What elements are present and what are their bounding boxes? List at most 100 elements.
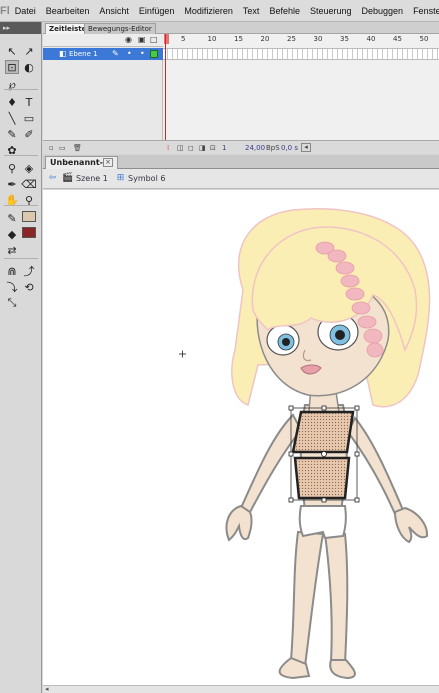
- text-tool-icon[interactable]: T: [22, 95, 36, 109]
- frame-ruler-label: 45: [393, 35, 402, 43]
- paint-bucket-tool-icon[interactable]: ◈: [22, 161, 36, 175]
- outline-icon[interactable]: □: [150, 34, 158, 46]
- snap-to-objects-icon[interactable]: ⋒: [5, 264, 19, 278]
- menu-datei[interactable]: Datei: [10, 6, 41, 16]
- menu-steuerung[interactable]: Steuerung: [305, 6, 357, 16]
- layer-name[interactable]: Ebene 1: [69, 48, 98, 60]
- transform-handle-br[interactable]: [354, 497, 360, 503]
- line-tool-icon[interactable]: ╲: [5, 111, 19, 125]
- onion-outline-icon[interactable]: ◻: [188, 143, 194, 153]
- breadcrumb-scene[interactable]: Szene 1: [76, 173, 108, 185]
- frame-ruler-label: 35: [340, 35, 349, 43]
- horizontal-scrollbar[interactable]: ◂: [43, 685, 439, 693]
- eyedropper-tool-icon[interactable]: ✒: [5, 177, 19, 191]
- transform-handle-ml[interactable]: [288, 451, 294, 457]
- right-leg[interactable]: [323, 533, 349, 666]
- transform-handle-tl[interactable]: [288, 405, 294, 411]
- menu-modifizieren[interactable]: Modifizieren: [179, 6, 238, 16]
- onion-skin-icon[interactable]: ◫: [177, 143, 184, 153]
- left-leg[interactable]: [289, 530, 325, 668]
- center-frame-icon[interactable]: ⁞: [167, 143, 169, 153]
- onion-markers-icon[interactable]: ⊡: [210, 143, 216, 153]
- pencil-tool-icon[interactable]: ✎: [5, 127, 19, 141]
- bone-tool-icon[interactable]: ⚲: [5, 161, 19, 175]
- edit-multiple-icon[interactable]: ◨: [199, 143, 206, 153]
- right-foot[interactable]: [329, 659, 356, 680]
- fill-color-swatch[interactable]: [22, 227, 36, 238]
- frame-ruler-label: 5: [181, 35, 186, 43]
- eye-icon[interactable]: ◉: [125, 34, 132, 46]
- scroll-left-icon[interactable]: ◂: [301, 143, 311, 152]
- frame-ruler-label: 20: [260, 35, 270, 43]
- transform-handle-tc[interactable]: [321, 405, 327, 411]
- symbol-icon: ⊞: [116, 173, 125, 183]
- straighten-icon[interactable]: ⤵: [5, 280, 19, 294]
- stage-canvas[interactable]: [43, 190, 439, 685]
- eraser-tool-icon[interactable]: ⌫: [21, 177, 37, 191]
- right-hand[interactable]: [393, 506, 429, 544]
- document-tabs: Unbenannt-1* ×: [43, 155, 439, 169]
- new-layer-icon[interactable]: ▫: [49, 143, 54, 153]
- back-arrow-icon[interactable]: ⇦: [47, 173, 58, 184]
- frame-rate[interactable]: 24,00: [245, 143, 265, 153]
- frame-ruler-label: 40: [366, 35, 376, 43]
- menu-text[interactable]: Text: [238, 6, 265, 16]
- selection-tool-icon[interactable]: ↖: [5, 44, 19, 58]
- outline-color-swatch[interactable]: [150, 50, 158, 58]
- layer-row[interactable]: ◧ Ebene 1 ✎ • •: [43, 48, 163, 60]
- shorts[interactable]: [298, 505, 347, 540]
- transform-handle-bc[interactable]: [321, 497, 327, 503]
- 3d-rotation-tool-icon[interactable]: ◐: [22, 60, 36, 74]
- lock-icon[interactable]: ▣: [138, 34, 146, 46]
- breadcrumb-symbol[interactable]: Symbol 6: [128, 173, 165, 185]
- top-lower[interactable]: [293, 456, 351, 500]
- top-upper[interactable]: [291, 410, 355, 454]
- swap-colors-icon[interactable]: ⇄: [5, 243, 19, 257]
- transform-center-point[interactable]: [321, 451, 327, 457]
- edit-bar: ⇦ 🎬 Szene 1 ⊞ Symbol 6: [43, 169, 439, 189]
- menu-bearbeiten[interactable]: Bearbeiten: [41, 6, 95, 16]
- tools-panel-header[interactable]: ▸▸: [0, 22, 41, 34]
- brush-tool-icon[interactable]: ✐: [22, 127, 36, 141]
- pen-tool-icon[interactable]: ♦: [5, 95, 19, 109]
- transform-handle-mr[interactable]: [354, 451, 360, 457]
- visibility-dot-icon[interactable]: •: [127, 48, 132, 60]
- lock-dot-icon[interactable]: •: [140, 48, 145, 60]
- rotate-skew-icon[interactable]: ⟲: [22, 280, 36, 294]
- stroke-color-icon[interactable]: ✎: [5, 211, 19, 225]
- rectangle-tool-icon[interactable]: ▭: [22, 111, 36, 125]
- menu-debuggen[interactable]: Debuggen: [357, 6, 409, 16]
- menu-ansicht[interactable]: Ansicht: [94, 6, 134, 16]
- transform-handle-tr[interactable]: [354, 405, 360, 411]
- free-transform-tool-icon[interactable]: ⊡: [5, 60, 19, 74]
- transform-handle-bl[interactable]: [288, 497, 294, 503]
- scene-icon: 🎬: [62, 173, 74, 183]
- new-folder-icon[interactable]: ▭: [59, 143, 66, 153]
- scroll-left-arrow-icon[interactable]: ◂: [45, 685, 49, 693]
- playhead[interactable]: [164, 34, 169, 140]
- frame-ruler-label: 50: [419, 35, 429, 43]
- frames-area[interactable]: 5 10 15 20 25 30 35 40 45 50: [163, 34, 439, 140]
- pencil-icon: ✎: [112, 49, 119, 58]
- menu-fenster[interactable]: Fenster: [408, 6, 439, 16]
- scale-icon[interactable]: ⤡: [5, 296, 19, 310]
- character-artwork[interactable]: [43, 190, 439, 685]
- stroke-color-swatch[interactable]: [22, 211, 36, 222]
- menu-befehle[interactable]: Befehle: [264, 6, 305, 16]
- current-frame[interactable]: 1: [222, 143, 226, 153]
- fill-color-icon[interactable]: ◆: [5, 227, 19, 241]
- left-pupil: [282, 338, 290, 346]
- frame-ruler-label: 10: [207, 35, 217, 43]
- frame-rate-unit: BpS: [266, 144, 280, 152]
- delete-layer-icon[interactable]: 🗑: [73, 143, 82, 153]
- tab-bewegungs-editor[interactable]: Bewegungs-Editor: [84, 23, 156, 34]
- left-hand[interactable]: [225, 504, 253, 542]
- right-pupil: [335, 330, 345, 340]
- playhead-handle[interactable]: [164, 34, 169, 44]
- menu-einfuegen[interactable]: Einfügen: [134, 6, 180, 16]
- smooth-icon[interactable]: ⤴: [22, 264, 36, 278]
- tools-separator: [4, 155, 38, 156]
- close-icon[interactable]: ×: [103, 158, 113, 167]
- subselection-tool-icon[interactable]: ↗: [22, 44, 36, 58]
- frame-row[interactable]: [163, 48, 439, 60]
